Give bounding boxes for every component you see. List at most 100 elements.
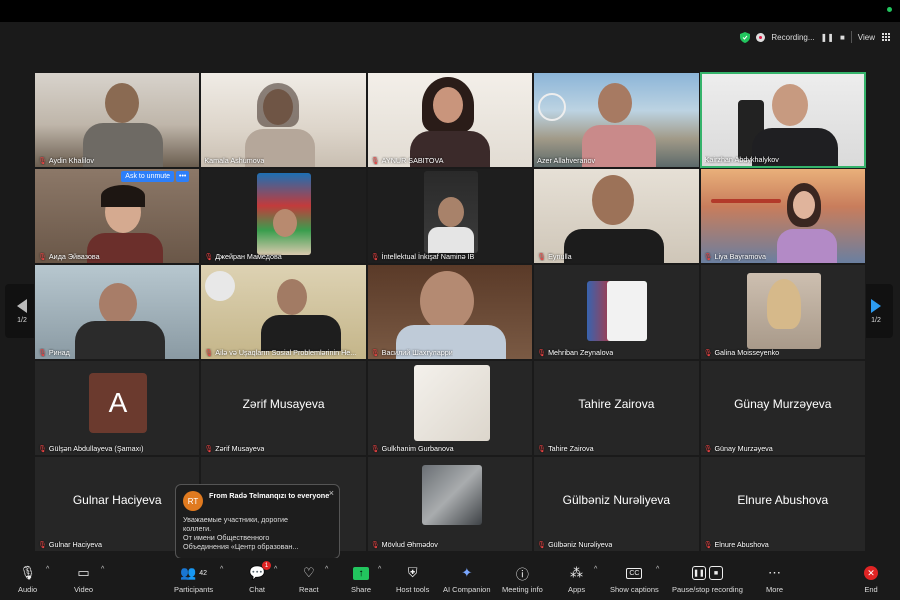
mic-muted-icon: 🎙 xyxy=(537,445,547,453)
participant-tile[interactable]: Azer Allahveranov xyxy=(533,72,700,168)
mic-muted-icon: 🎙 xyxy=(204,253,214,261)
participant-tile[interactable]: 🎙 Ринад xyxy=(34,264,201,360)
chat-label: Chat xyxy=(249,585,266,594)
participant-tile[interactable]: Günay Murzəyeva 🎙 Günay Murzəyeva xyxy=(699,360,866,456)
participant-name: 🎙 Mövlud Əhmədov xyxy=(370,540,438,549)
audio-button[interactable]: 🎙 Audio xyxy=(18,564,37,594)
avatar: RT xyxy=(183,491,203,511)
chat-message: Уважаемые участники, дорогие коллеги. От… xyxy=(183,515,332,551)
ask-to-unmute-button[interactable]: Ask to unmute xyxy=(121,171,175,182)
video-button[interactable]: ▭ Video xyxy=(74,564,93,594)
end-label: End xyxy=(864,585,878,594)
participant-tile[interactable]: 🎙 AYNUR SABITOVA xyxy=(366,72,534,168)
shield-icon[interactable] xyxy=(740,31,751,43)
mic-muted-icon: 🎙 xyxy=(370,445,380,453)
pause-recording-icon[interactable]: ❚❚ xyxy=(821,33,834,42)
participants-button[interactable]: 👥 42 Participants xyxy=(174,564,213,594)
participant-tile[interactable]: Gülbəniz Nurəliyeva 🎙 Gülbəniz Nurəliyeva xyxy=(533,456,700,552)
audio-options-chevron-icon[interactable]: ^ xyxy=(46,566,49,573)
participant-name: 🎙 Gulkhanim Gurbanova xyxy=(370,444,454,453)
more-options-button[interactable]: ••• xyxy=(176,171,190,182)
apps-options-chevron-icon[interactable]: ^ xyxy=(594,566,597,573)
meeting-info-label: Meeting info xyxy=(502,585,543,594)
arrow-left-icon xyxy=(17,298,27,313)
captions-icon: CC xyxy=(626,564,643,582)
participant-tile[interactable]: Zərif Musayeva 🎙 Zərif Musayeva xyxy=(200,360,367,456)
participant-name: 🎙 Galina Moisseyenko xyxy=(703,348,780,357)
participant-tile[interactable]: 🎙 Ailə və Uşaqların Sosial Problemlərinin… xyxy=(200,264,367,360)
chat-sender: From Radə Telmanqızı to everyone xyxy=(209,491,330,500)
pause-stop-icon: ❚❚ ■ xyxy=(691,564,723,582)
close-icon[interactable]: × xyxy=(329,488,334,498)
share-options-chevron-icon[interactable]: ^ xyxy=(378,566,381,573)
participant-name: 🎙 İntellektual İnkişaf Naminə İB xyxy=(370,252,475,261)
meeting-info-button[interactable]: ⓘ Meeting info xyxy=(502,564,543,595)
recording-label[interactable]: Recording... xyxy=(771,33,814,42)
participant-tile[interactable]: 🎙 Mehriban Zeynalova xyxy=(533,264,700,360)
participant-tile[interactable]: 🎙 Aydin Khalilov xyxy=(34,72,201,168)
apps-button[interactable]: ⁂ Apps xyxy=(568,564,585,594)
mic-muted-icon: 🎙 xyxy=(370,349,380,357)
mic-muted-icon: 🎙 xyxy=(370,157,380,165)
page-indicator-left: 1/2 xyxy=(17,316,27,324)
chat-message-line: Объединения «Центр образован... xyxy=(183,542,299,551)
participant-name: 🎙 Eynulla xyxy=(537,252,572,261)
participant-name: 🎙 Elnure Abushova xyxy=(703,540,769,549)
recording-icon xyxy=(756,32,766,42)
participant-tile-active[interactable]: Kairzhan Abdykhalykov xyxy=(699,72,866,168)
stop-recording-icon[interactable]: ■ xyxy=(840,33,845,42)
participant-tile[interactable]: 🎙 Eynulla xyxy=(533,168,700,264)
participant-tile[interactable]: 🎙 İntellektual İnkişaf Naminə İB xyxy=(366,168,534,264)
participant-tile[interactable]: 🎙 Василий Шахгуларри xyxy=(366,264,534,360)
host-tools-button[interactable]: ⛨ Host tools xyxy=(396,564,429,594)
participant-tile[interactable]: A 🎙 Gülşən Abdullayeva (Şamaxı) xyxy=(34,360,201,456)
status-divider xyxy=(850,31,852,43)
participant-tile[interactable]: 🎙 Gulkhanim Gurbanova xyxy=(366,360,534,456)
ai-companion-button[interactable]: ✦ AI Companion xyxy=(443,564,491,594)
video-options-chevron-icon[interactable]: ^ xyxy=(101,566,104,573)
participant-name: 🎙 Günay Murzəyeva xyxy=(703,444,773,453)
microphone-icon: 🎙 xyxy=(19,565,36,580)
camera-indicator-icon xyxy=(887,7,892,12)
chat-notification[interactable]: × RT From Radə Telmanqızı to everyone Ув… xyxy=(175,484,340,559)
chat-button[interactable]: 💬 1 Chat xyxy=(249,561,271,594)
participant-name: 🎙 Gülbəniz Nurəliyeva xyxy=(537,540,613,549)
video-label: Video xyxy=(74,585,94,594)
captions-options-chevron-icon[interactable]: ^ xyxy=(656,566,659,573)
chat-icon: 💬 1 xyxy=(249,561,271,582)
participants-icon: 👥 42 xyxy=(180,565,208,580)
participant-name: 🎙 Ailə və Uşaqların Sosial Problemlərinin… xyxy=(204,348,357,357)
more-button[interactable]: ⋯ More xyxy=(766,564,783,594)
mic-muted-icon: 🎙 xyxy=(703,541,713,549)
react-button[interactable]: ♡ React xyxy=(299,564,319,594)
participant-tile[interactable]: Ask to unmute ••• 🎙 Аида Эйвазова xyxy=(34,168,201,264)
meeting-toolbar: 🎙 Audio ^ ▭ Video ^ 👥 42 Participants ^ 💬… xyxy=(0,558,900,600)
participant-tile[interactable]: 🎙 Liya Bayramova xyxy=(699,168,866,264)
participant-name: 🎙 Gülşən Abdullayeva (Şamaxı) xyxy=(38,444,144,453)
participant-name: Kamala Ashumova xyxy=(204,156,265,165)
chat-options-chevron-icon[interactable]: ^ xyxy=(274,566,277,573)
video-camera-icon: ▭ xyxy=(77,565,90,580)
share-button[interactable]: ↑ Share xyxy=(351,564,371,594)
react-options-chevron-icon[interactable]: ^ xyxy=(325,566,328,573)
participant-tile[interactable]: Kamala Ashumova xyxy=(200,72,367,168)
share-screen-icon: ↑ xyxy=(353,564,369,582)
gallery-view-icon[interactable] xyxy=(881,33,890,42)
participants-options-chevron-icon[interactable]: ^ xyxy=(220,566,223,573)
participant-tile[interactable]: Tahire Zairova 🎙 Tahire Zairova xyxy=(533,360,700,456)
share-label: Share xyxy=(351,585,372,594)
participant-tile[interactable]: 🎙 Galina Moisseyenko xyxy=(699,264,866,360)
audio-label: Audio xyxy=(18,585,38,594)
mic-muted-icon: 🎙 xyxy=(703,349,713,357)
pause-stop-recording-button[interactable]: ❚❚ ■ Pause/stop recording xyxy=(672,564,743,594)
end-meeting-button[interactable]: ✕ End xyxy=(864,564,878,594)
view-label[interactable]: View xyxy=(858,33,875,42)
show-captions-button[interactable]: CC Show captions xyxy=(610,564,659,594)
participant-tile[interactable]: 🎙 Mövlud Əhmədov xyxy=(366,456,534,552)
participant-display-name: Gülbəniz Nurəliyeva xyxy=(562,493,671,507)
host-tools-label: Host tools xyxy=(396,585,430,594)
chat-notification-header: RT From Radə Telmanqızı to everyone xyxy=(183,491,332,511)
participant-tile[interactable]: Elnure Abushova 🎙 Elnure Abushova xyxy=(699,456,866,552)
apps-label: Apps xyxy=(568,585,586,594)
participant-tile[interactable]: 🎙 Джейран Мамедова xyxy=(200,168,367,264)
